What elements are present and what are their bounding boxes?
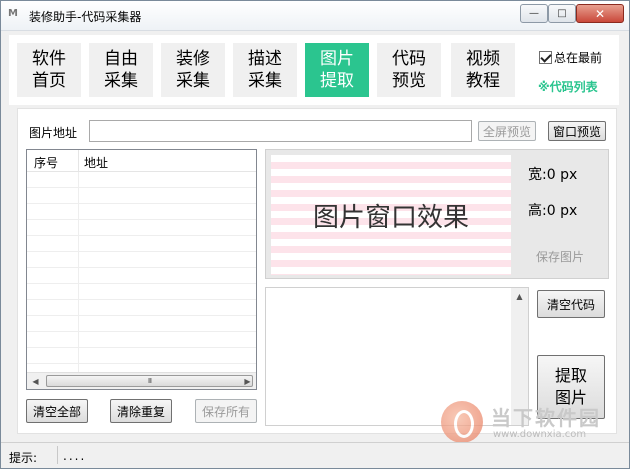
list-body[interactable] (27, 172, 256, 372)
tab-label-line1: 视频 (466, 49, 500, 69)
scroll-left-icon[interactable]: ◀ (27, 373, 44, 389)
tab-code-preview[interactable]: 代码 预览 (377, 43, 441, 97)
tab-label-line1: 代码 (392, 49, 426, 69)
status-message: .... (63, 449, 87, 463)
preview-placeholder-text: 图片窗口效果 (312, 203, 469, 233)
image-address-input[interactable] (89, 120, 472, 142)
minimize-button[interactable]: — (520, 4, 548, 23)
always-on-top-toggle[interactable]: 总在最前 (539, 49, 602, 66)
column-header-address[interactable]: 地址 (84, 154, 108, 171)
status-divider (57, 446, 58, 464)
tab-label-line2: 预览 (392, 71, 426, 91)
title-bar[interactable]: M 装修助手-代码采集器 — □ ✕ (1, 1, 629, 31)
image-preview-panel: 图片窗口效果 宽:0 px 高:0 px 保存图片 (265, 149, 609, 279)
scroll-up-icon[interactable]: ▲ (511, 288, 528, 305)
extract-label-line1: 提取 (554, 366, 587, 385)
tab-software-home[interactable]: 软件 首页 (17, 43, 81, 97)
tab-label-line1: 自由 (104, 49, 138, 69)
maximize-button[interactable]: □ (548, 4, 576, 23)
close-button[interactable]: ✕ (576, 4, 624, 23)
image-address-label: 图片地址 (29, 126, 78, 140)
main-window: M 装修助手-代码采集器 — □ ✕ 软件 首页 自由 采集 装修 采集 描述 … (0, 0, 630, 469)
image-list[interactable]: 序号 地址 ◀ III ▶ (26, 149, 257, 390)
always-on-top-label: 总在最前 (554, 51, 603, 65)
watermark-logo-icon (441, 401, 483, 443)
preview-canvas: 图片窗口效果 (271, 155, 511, 275)
app-icon: M (8, 8, 18, 19)
watermark: 当下软件园 www.downxia.com (441, 399, 621, 445)
tab-free-collect[interactable]: 自由 采集 (89, 43, 153, 97)
status-label: 提示: (9, 451, 38, 465)
column-divider[interactable] (78, 150, 79, 172)
scroll-thumb[interactable]: III (46, 375, 253, 387)
tab-image-extract[interactable]: 图片 提取 (305, 43, 369, 97)
tab-label-line1: 图片 (320, 49, 354, 69)
window-title: 装修助手-代码采集器 (29, 10, 142, 24)
remove-duplicates-button[interactable]: 清除重复 (110, 399, 172, 423)
image-height-label: 高:0 px (528, 203, 578, 219)
status-bar: 提示: .... (1, 442, 629, 468)
save-image-link[interactable]: 保存图片 (536, 248, 584, 265)
tab-description-collect[interactable]: 描述 采集 (233, 43, 297, 97)
tab-label-line2: 采集 (104, 71, 138, 91)
column-header-index[interactable]: 序号 (34, 154, 58, 171)
column-gridline (78, 172, 79, 372)
tab-label-line1: 装修 (176, 49, 210, 69)
tab-label-line2: 提取 (320, 71, 354, 91)
horizontal-scrollbar[interactable]: ◀ III ▶ (27, 372, 256, 389)
watermark-text: 当下软件园 (491, 406, 601, 430)
tab-label-line2: 采集 (176, 71, 210, 91)
tab-label-line2: 教程 (466, 71, 500, 91)
tab-label-line1: 描述 (248, 49, 282, 69)
clear-all-button[interactable]: 清空全部 (26, 399, 88, 423)
nav-bar: 软件 首页 自由 采集 装修 采集 描述 采集 图片 提取 代码 预览 视频 教… (9, 35, 619, 105)
clear-code-button[interactable]: 清空代码 (537, 290, 605, 318)
image-width-label: 宽:0 px (528, 167, 578, 183)
code-list-link[interactable]: ※代码列表 (538, 78, 598, 95)
tab-label-line2: 采集 (248, 71, 282, 91)
tab-label-line2: 首页 (32, 71, 66, 91)
window-preview-button[interactable]: 窗口预览 (548, 121, 606, 141)
tab-decoration-collect[interactable]: 装修 采集 (161, 43, 225, 97)
tab-label-line1: 软件 (32, 49, 66, 69)
tab-video-tutorial[interactable]: 视频 教程 (451, 43, 515, 97)
always-on-top-checkbox[interactable] (539, 51, 552, 64)
save-all-button[interactable]: 保存所有 (195, 399, 257, 423)
watermark-url: www.downxia.com (493, 429, 587, 440)
scroll-right-icon[interactable]: ▶ (239, 373, 256, 389)
fullscreen-preview-button[interactable]: 全屏预览 (478, 121, 536, 141)
list-header: 序号 地址 (27, 150, 256, 172)
